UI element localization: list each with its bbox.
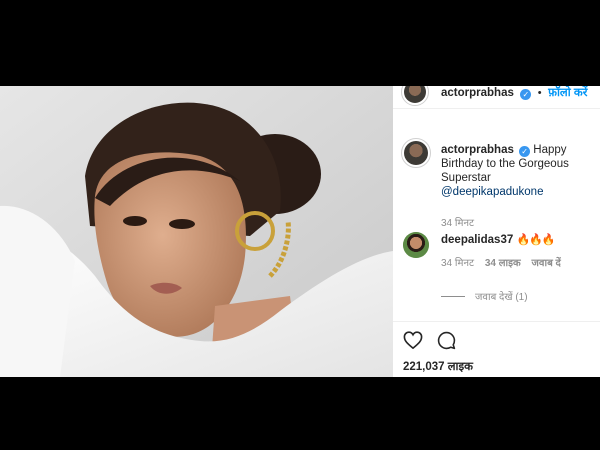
post-sidebar: actorprabhas ✓ • फ़ॉलो करें actorprabhas… (393, 86, 600, 377)
replies-line (441, 295, 465, 297)
comment-text: 🔥🔥🔥 (516, 234, 555, 246)
view-replies-label: जवाब देखें (1) (475, 292, 528, 303)
black-band-top (0, 0, 600, 86)
author-avatar[interactable] (401, 86, 429, 106)
comment-meta: 34 मिनट 34 लाइक जवाब दें (441, 257, 600, 271)
comment-likes[interactable]: 34 लाइक (485, 258, 521, 269)
heart-icon[interactable] (403, 331, 423, 350)
verified-badge-icon: ✓ (519, 146, 531, 157)
verified-badge-icon: ✓ (520, 89, 532, 100)
comment: deepalidas37 🔥🔥🔥 34 मिनट 34 लाइक जवाब दे… (441, 233, 600, 271)
action-bar (403, 331, 456, 350)
follow-button[interactable]: फ़ॉलो करें (548, 87, 587, 99)
likes-count[interactable]: 221,037 लाइक (403, 359, 473, 374)
caption-avatar[interactable] (401, 138, 431, 168)
post-photo[interactable] (0, 86, 393, 377)
post-caption: actorprabhas ✓ Happy Birthday to the Gor… (441, 143, 600, 231)
view-replies-button[interactable]: जवाब देखें (1) (441, 289, 528, 303)
comment-username[interactable]: deepalidas37 (441, 234, 513, 246)
comment-icon[interactable] (437, 331, 456, 350)
post-header: actorprabhas ✓ • फ़ॉलो करें (393, 86, 600, 108)
separator-dot: • (537, 87, 542, 99)
comment-timestamp[interactable]: 34 मिनट (441, 258, 474, 269)
header-line: actorprabhas ✓ • फ़ॉलो करें (441, 86, 587, 101)
author-username[interactable]: actorprabhas (441, 87, 514, 99)
caption-username[interactable]: actorprabhas (441, 144, 514, 156)
photo-illustration (0, 86, 393, 377)
comment-reply-button[interactable]: जवाब दें (532, 258, 561, 269)
black-band-bottom (0, 377, 600, 450)
actions-divider (393, 321, 600, 322)
header-divider (393, 108, 600, 109)
caption-timestamp[interactable]: 34 मिनट (441, 217, 600, 231)
caption-mention[interactable]: @deepikapadukone (441, 186, 543, 198)
commenter-avatar[interactable] (403, 232, 429, 258)
